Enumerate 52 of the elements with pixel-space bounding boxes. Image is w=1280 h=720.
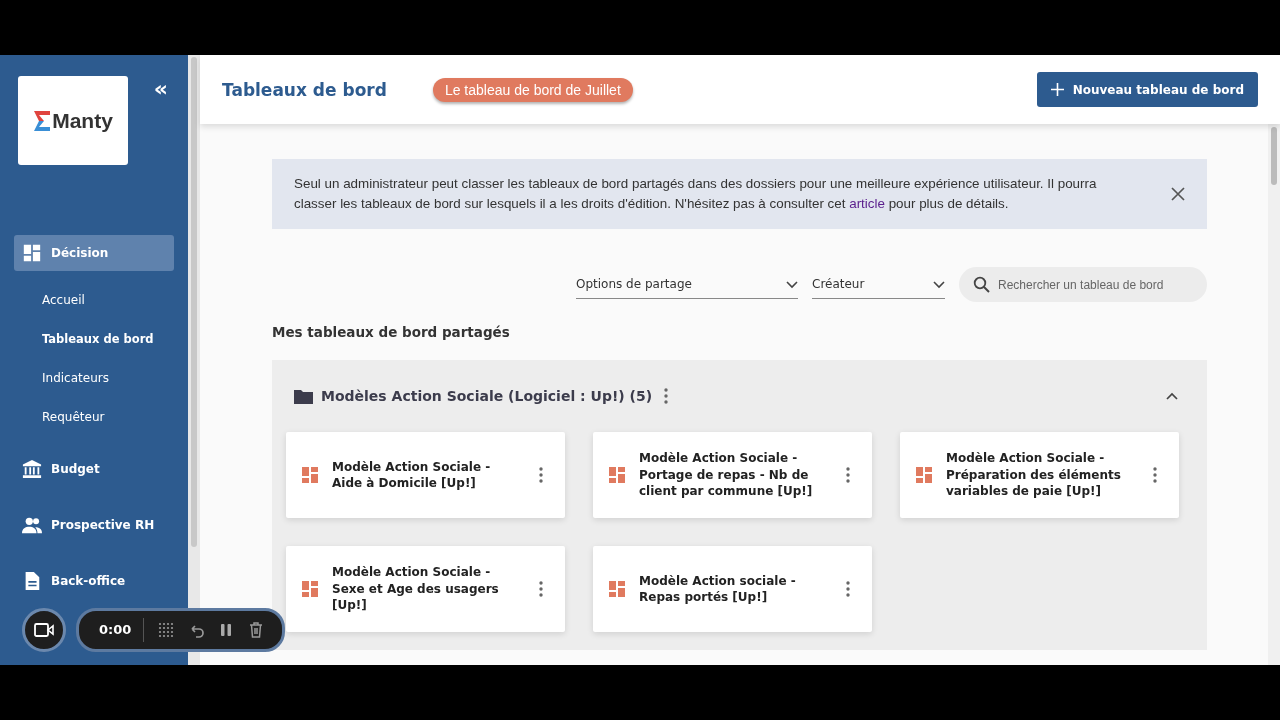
card-title: Modèle Action sociale - Repas portés [Up!]	[639, 572, 797, 606]
card-title: Modèle Action Sociale - Préparation des éléments variables de paie [Up!]	[946, 450, 1122, 500]
card-title: Modèle Action Sociale - Portage de repas - Nb de client par commune [Up!]	[639, 450, 814, 500]
dashboard-card[interactable]: Modèle Action sociale - Repas portés [Up!]	[593, 546, 872, 632]
plus-icon	[1050, 83, 1064, 96]
sidebar-subitem[interactable]: Accueil	[14, 281, 174, 320]
card-title: Modèle Action Sociale - Aide à Domicile [Up!]	[332, 458, 492, 492]
folder-icon	[294, 388, 313, 404]
sigma-icon	[33, 109, 52, 132]
timer: 0:00	[99, 618, 145, 642]
dashboard-card[interactable]: Modèle Action Sociale - Portage de repas - Nb de client par commune [Up!]	[593, 432, 872, 518]
trash-icon[interactable]	[248, 622, 265, 638]
logo-text: Manty	[52, 108, 113, 133]
dashboard-icon	[609, 581, 625, 597]
dashboard-icon	[302, 581, 318, 597]
section-title: Mes tableaux de bord partagés	[272, 324, 511, 340]
collapse-button[interactable]: «	[153, 78, 168, 100]
dashboard-icon	[916, 467, 932, 483]
filter-dropdown[interactable]: Options de partage	[576, 270, 798, 299]
caret-icon	[786, 278, 798, 290]
dashboard-icon	[609, 467, 625, 483]
sidebar-item[interactable]: Prospective RH	[14, 507, 174, 543]
new-dashboard-button[interactable]: Nouveau tableau de bord	[1036, 72, 1258, 107]
camera-icon	[34, 622, 54, 638]
dashboard-card[interactable]: Modèle Action Sociale - Sexe et Age des usagers [Up!]	[286, 546, 565, 632]
sidebar-item[interactable]: Back-office	[14, 563, 174, 599]
sidebar-subitem[interactable]: Indicateurs	[14, 359, 174, 398]
page-title: Tableaux de bord	[222, 79, 387, 100]
dashboard-icon	[22, 243, 42, 263]
sidebar-subitem[interactable]: Requêteur	[14, 398, 174, 437]
sidebar-item[interactable]: Décision	[14, 235, 174, 271]
dashboard-card[interactable]: Modèle Action Sociale - Préparation des éléments variables de paie [Up!]	[900, 432, 1179, 518]
search-field[interactable]: Rechercher un tableau de bord	[959, 267, 1207, 302]
filter-dropdown[interactable]: Créateur	[812, 270, 945, 299]
sidebar-subitem[interactable]: Tableaux de bord	[14, 320, 174, 359]
dashboard-icon	[302, 467, 318, 483]
sidebar-item[interactable]: Budget	[14, 451, 174, 487]
folder-title[interactable]: Modèles Action Sociale (Logiciel : Up!) (5)	[321, 388, 653, 404]
scrollbar[interactable]	[191, 57, 197, 547]
article-link[interactable]: article	[849, 196, 885, 211]
people-icon	[22, 515, 42, 535]
search-input[interactable]: Rechercher un tableau de bord	[996, 276, 1193, 293]
scrollbar[interactable]	[1271, 127, 1277, 185]
info-text: Seul un administrateur peut classer les tableaux de bord partagés dans des dossiers pour une meilleure expérience utilisateur. Il pourra classer les tableaux de bord sur lesquels il a les droits d'édition. N'hésitez pas à consulter cet article pour plus de détails.	[294, 175, 1098, 213]
close-icon[interactable]	[1171, 187, 1185, 201]
grid-icon[interactable]	[158, 622, 175, 638]
undo-icon[interactable]	[188, 622, 205, 638]
bank-icon	[22, 459, 42, 479]
caret-icon	[933, 278, 945, 290]
dashboard-card[interactable]: Modèle Action Sociale - Aide à Domicile [Up!]	[286, 432, 565, 518]
search-icon	[973, 276, 990, 293]
card-title: Modèle Action Sociale - Sexe et Age des usagers [Up!]	[332, 564, 500, 614]
